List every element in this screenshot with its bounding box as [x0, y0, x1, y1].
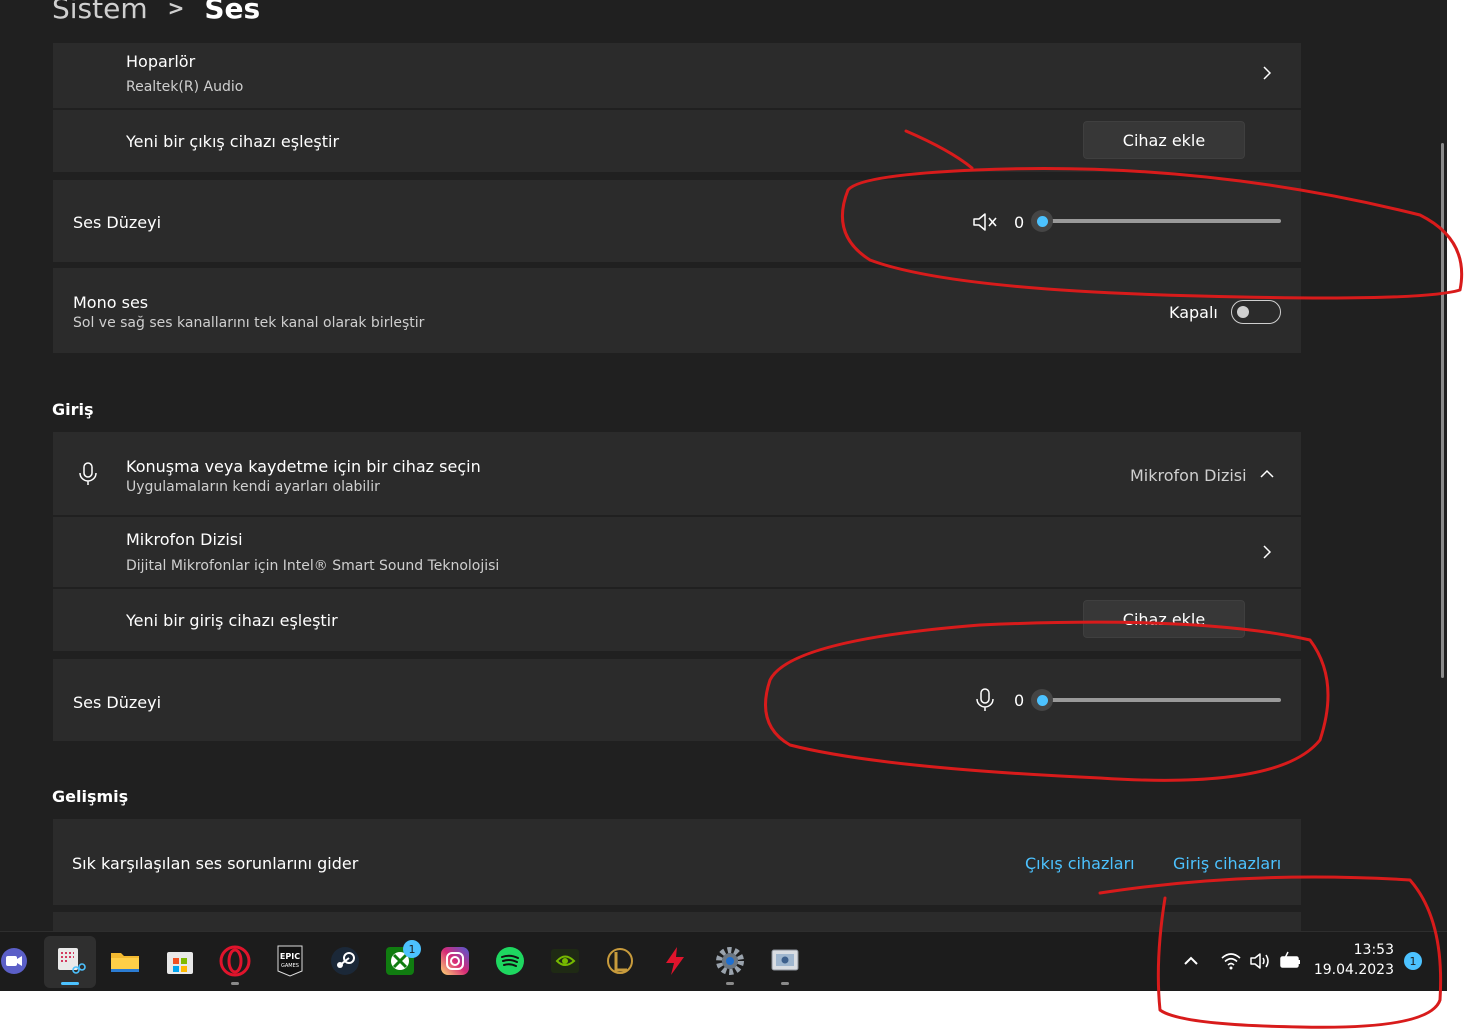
spotify-icon[interactable] — [493, 944, 527, 978]
running-indicator — [231, 982, 239, 985]
advanced-section-heading: Gelişmiş — [52, 787, 129, 806]
settings-icon[interactable] — [713, 944, 747, 978]
running-indicator — [781, 982, 789, 985]
wifi-icon[interactable] — [1220, 951, 1242, 971]
input-volume-track[interactable] — [1043, 698, 1281, 702]
breadcrumb: Sistem > Ses — [52, 0, 260, 28]
pair-input-device-row: Yeni bir giriş cihazı eşleştir Cihaz ekl… — [53, 589, 1301, 651]
control-panel-icon[interactable] — [768, 944, 802, 978]
clock-time[interactable]: 13:53 — [1340, 942, 1394, 958]
microphone-icon[interactable] — [975, 687, 995, 713]
mono-subtitle: Sol ve sağ ses kanallarını tek kanal ola… — [73, 315, 425, 331]
input-volume-value: 0 — [1014, 691, 1025, 710]
page-title: Ses — [204, 0, 261, 25]
speaker-icon[interactable] — [1249, 951, 1273, 971]
add-output-device-button[interactable]: Cihaz ekle — [1083, 121, 1245, 159]
mono-title: Mono ses — [73, 293, 149, 312]
instagram-icon[interactable] — [438, 944, 472, 978]
microphone-icon — [79, 462, 97, 485]
pair-input-title: Yeni bir giriş cihazı eşleştir — [126, 611, 338, 630]
output-volume-track[interactable] — [1043, 219, 1281, 223]
selected-input-device: Mikrofon Dizisi — [1130, 466, 1247, 485]
scrollbar[interactable] — [1441, 143, 1444, 678]
notification-badge[interactable]: 1 — [1404, 952, 1422, 970]
chevron-right-icon — [1263, 66, 1272, 80]
chevron-up-icon[interactable] — [1259, 466, 1275, 482]
clock-date[interactable]: 19.04.2023 — [1310, 962, 1394, 978]
pair-output-title: Yeni bir çıkış cihazı eşleştir — [126, 132, 340, 151]
speaker-title: Hoparlör — [126, 52, 196, 71]
input-volume-row: Ses Düzeyi 0 — [53, 659, 1301, 741]
steam-icon[interactable] — [328, 944, 362, 978]
teams-icon[interactable] — [0, 944, 31, 978]
settings-window: Sistem > Ses Hoparlör Realtek(R) Audio Y… — [0, 0, 1447, 991]
input-volume-thumb[interactable] — [1031, 689, 1053, 711]
breadcrumb-separator: > — [167, 0, 185, 20]
toggle-knob — [1237, 306, 1249, 318]
file-explorer-icon[interactable] — [108, 944, 142, 978]
input-devices-link[interactable]: Giriş cihazları — [1173, 854, 1281, 873]
speaker-subtitle: Realtek(R) Audio — [126, 79, 244, 95]
choose-input-device-row[interactable]: Konuşma veya kaydetme için bir cihaz seç… — [53, 432, 1301, 515]
output-devices-link[interactable]: Çıkış cihazları — [1025, 854, 1135, 873]
pair-output-device-row: Yeni bir çıkış cihazı eşleştir Cihaz ekl… — [53, 110, 1301, 172]
speaker-muted-icon[interactable] — [972, 211, 1000, 233]
speaker-device-row[interactable]: Hoparlör Realtek(R) Audio — [53, 43, 1301, 108]
xbox-badge: 1 — [403, 940, 421, 958]
microphone-device-row[interactable]: Mikrofon Dizisi Dijital Mikrofonlar için… — [53, 517, 1301, 587]
nvidia-icon[interactable] — [548, 944, 582, 978]
breadcrumb-sistem[interactable]: Sistem — [52, 0, 148, 25]
output-volume-value: 0 — [1014, 213, 1025, 232]
taskbar: EPIC GAMES 1 13:53 19.04.2023 1 — [0, 931, 1447, 991]
epic-label-top: EPIC — [280, 952, 300, 961]
snipping-tool-icon[interactable] — [53, 944, 87, 978]
input-section-heading: Giriş — [52, 400, 94, 419]
input-volume-title: Ses Düzeyi — [73, 693, 162, 712]
mono-audio-row: Mono ses Sol ve sağ ses kanallarını tek … — [53, 268, 1301, 353]
choose-input-title: Konuşma veya kaydetme için bir cihaz seç… — [126, 457, 481, 476]
output-volume-row: Ses Düzeyi 0 — [53, 180, 1301, 262]
mono-state-label: Kapalı — [1169, 303, 1218, 322]
battery-charging-icon[interactable] — [1279, 951, 1303, 971]
troubleshoot-row: Sık karşılaşılan ses sorunlarını gider Ç… — [53, 819, 1301, 905]
running-indicator — [726, 982, 734, 985]
microsoft-store-icon[interactable] — [163, 944, 197, 978]
chevron-up-icon[interactable] — [1182, 954, 1200, 968]
epic-label-bottom: GAMES — [281, 963, 299, 969]
lightning-app-icon[interactable] — [658, 944, 692, 978]
add-input-device-button[interactable]: Cihaz ekle — [1083, 600, 1245, 638]
mic-title: Mikrofon Dizisi — [126, 530, 243, 549]
chevron-right-icon — [1263, 545, 1272, 559]
output-volume-thumb[interactable] — [1031, 210, 1053, 232]
troubleshoot-title: Sık karşılaşılan ses sorunlarını gider — [72, 854, 359, 873]
choose-input-subtitle: Uygulamaların kendi ayarları olabilir — [126, 479, 380, 495]
epic-games-icon[interactable]: EPIC GAMES — [273, 944, 307, 978]
active-indicator — [61, 982, 79, 985]
league-of-legends-icon[interactable] — [603, 944, 637, 978]
mic-subtitle: Dijital Mikrofonlar için Intel® Smart So… — [126, 558, 500, 574]
output-volume-title: Ses Düzeyi — [73, 213, 162, 232]
opera-icon[interactable] — [218, 944, 252, 978]
mono-toggle[interactable] — [1231, 300, 1281, 324]
